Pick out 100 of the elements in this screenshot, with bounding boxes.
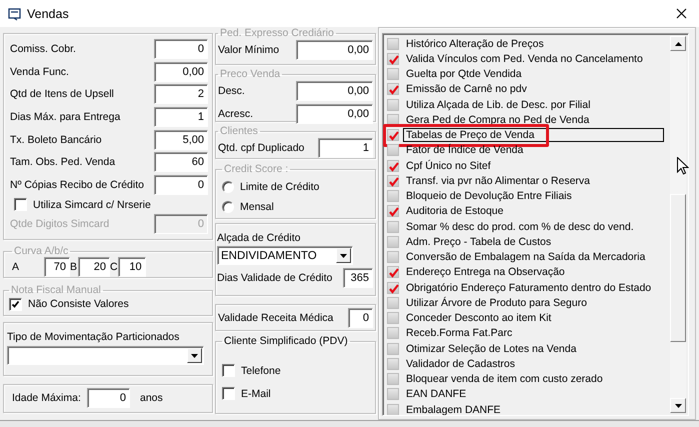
input-field[interactable]: 5,00	[154, 130, 208, 150]
checkbox[interactable]	[387, 266, 399, 278]
checkbox[interactable]	[387, 342, 399, 355]
field-label: B	[70, 261, 78, 273]
mouse-cursor-icon	[677, 157, 689, 175]
checkbox[interactable]	[387, 190, 399, 202]
checkbox[interactable]	[387, 160, 399, 172]
checkbox[interactable]	[387, 144, 399, 156]
option-label[interactable]: Histórico Alteração de Preços	[403, 36, 547, 51]
input-field[interactable]: 365	[343, 268, 373, 288]
input-field[interactable]: 0	[154, 39, 208, 60]
input-field[interactable]: 10	[118, 257, 146, 277]
checkbox-label: E-Mail	[241, 388, 271, 400]
field-label: Tam. Obs. Ped. Venda	[10, 156, 116, 168]
radio-button[interactable]	[222, 181, 234, 193]
dropdown-value: ENDIVIDAMENTO	[221, 250, 318, 262]
checkbox[interactable]	[387, 296, 399, 309]
checkbox[interactable]	[387, 282, 399, 294]
option-label[interactable]: EAN DANFE	[403, 387, 470, 402]
checkbox[interactable]	[387, 388, 399, 400]
checkbox[interactable]	[9, 298, 22, 310]
checkbox[interactable]	[387, 220, 399, 233]
option-label[interactable]: Obrigatório Endereço Faturamento dentro do Estado	[403, 280, 654, 295]
option-label[interactable]: Endereço Entrega na Observação	[403, 265, 568, 280]
checkbox[interactable]	[387, 404, 399, 415]
dropdown-field[interactable]: ENDIVIDAMENTO	[217, 246, 353, 265]
checkbox[interactable]	[387, 327, 399, 340]
checkbox[interactable]	[387, 312, 399, 324]
option-label[interactable]: Conversão de Embalagem na Saída da Mercadoria	[403, 250, 648, 264]
option-label[interactable]: Otimizar Seleção de Lotes na Venda	[403, 342, 580, 356]
scroll-up-button[interactable]	[670, 36, 686, 51]
input-field[interactable]: 1	[154, 107, 208, 128]
down-arrow-icon	[674, 404, 682, 408]
option-label[interactable]: Valida Vínculos com Ped. Venda no Cancelamento	[403, 52, 646, 66]
checkbox-label: Não Consiste Valores	[28, 298, 129, 310]
field-label: Idade Máxima:	[12, 392, 82, 404]
checkbox[interactable]	[387, 129, 399, 142]
input-field[interactable]: 0	[154, 174, 208, 195]
group-title: Nota Fiscal Manual	[10, 284, 102, 296]
input-field[interactable]: 0	[87, 388, 130, 408]
option-label[interactable]: Utiliza Alçada de Lib. de Desc. por Filial	[403, 98, 594, 112]
checkbox[interactable]	[387, 114, 399, 126]
checkbox[interactable]	[387, 205, 399, 218]
option-label[interactable]: Validador de Cadastros	[403, 356, 518, 371]
input-field[interactable]: 0	[348, 308, 373, 328]
option-label[interactable]: Fator de Índice de Venda	[403, 143, 526, 158]
option-label[interactable]: Transf. via pvr não Alimentar o Reserva	[403, 174, 594, 188]
input-field[interactable]: 1	[318, 138, 373, 158]
dropdown-caret-icon[interactable]	[340, 254, 347, 258]
scroll-thumb[interactable]	[670, 194, 686, 342]
input-field[interactable]: 60	[154, 152, 208, 172]
checkbox[interactable]	[14, 198, 27, 212]
option-label[interactable]: Gera Ped de Compra no Ped de Venda	[403, 112, 592, 127]
checkbox[interactable]	[387, 251, 399, 264]
window-icon	[8, 6, 21, 20]
field-label: A	[12, 261, 20, 273]
option-label[interactable]: Emissão de Carnê no pdv	[403, 82, 530, 96]
option-label[interactable]: Bloquear venda de item com custo zerado	[403, 372, 606, 386]
option-label[interactable]: Cpf Único no Sitef	[403, 158, 494, 173]
input-field[interactable]: 70	[44, 257, 70, 277]
checkbox[interactable]	[387, 358, 399, 370]
close-icon[interactable]	[676, 8, 687, 19]
checkbox[interactable]	[387, 98, 399, 111]
unit-label: anos	[140, 392, 163, 404]
option-label[interactable]: Receb.Forma Fat.Parc	[403, 326, 516, 340]
checkbox[interactable]	[222, 387, 235, 400]
option-label[interactable]: Tabelas de Preço de Venda	[403, 128, 664, 142]
option-label[interactable]: Bloqueio de Devolução Entre Filiais	[403, 189, 575, 204]
input-field[interactable]: 2	[154, 84, 208, 104]
option-label[interactable]: Utilizar Árvore de Produto para Seguro	[403, 296, 590, 310]
field-label: Venda Func.	[10, 66, 70, 78]
option-label[interactable]: Somar % desc do prod. com % de desc do vend.	[403, 220, 637, 234]
checkbox[interactable]	[387, 174, 399, 187]
group-title: Preco Venda	[219, 68, 282, 80]
dropdown-caret-icon[interactable]	[191, 354, 198, 358]
checkbox[interactable]	[387, 52, 399, 65]
dropdown-field[interactable]	[7, 346, 204, 365]
up-arrow-icon	[674, 42, 682, 46]
radio-label: Limite de Crédito	[240, 181, 320, 193]
field-label: Tipo de Movimentação Particionados	[7, 331, 180, 343]
input-field[interactable]: 0,00	[154, 62, 208, 82]
option-label[interactable]: Guelta por Qtde Vendida	[403, 67, 525, 82]
checkbox[interactable]	[387, 38, 399, 50]
option-label[interactable]: Conceder Desconto ao item Kit	[403, 311, 554, 326]
checkbox[interactable]	[222, 364, 235, 377]
group-title: Cliente Simplificado (PDV)	[223, 335, 349, 347]
checkbox[interactable]	[387, 83, 399, 96]
checkbox[interactable]	[387, 68, 399, 80]
checkbox[interactable]	[387, 373, 399, 386]
option-label[interactable]: Adm. Preço - Tabela de Custos	[403, 234, 554, 249]
input-field[interactable]: 0,00	[296, 40, 373, 60]
scrollbar[interactable]	[670, 36, 686, 413]
input-field[interactable]: 20	[78, 257, 110, 277]
radio-button[interactable]	[222, 201, 234, 213]
option-label[interactable]: Auditoria de Estoque	[403, 204, 506, 218]
input-field[interactable]: 0,00	[296, 104, 373, 124]
option-label[interactable]: Embalagem DANFE	[403, 402, 504, 415]
scroll-down-button[interactable]	[670, 398, 686, 413]
checkbox[interactable]	[387, 236, 399, 248]
input-field[interactable]: 0,00	[296, 81, 373, 102]
